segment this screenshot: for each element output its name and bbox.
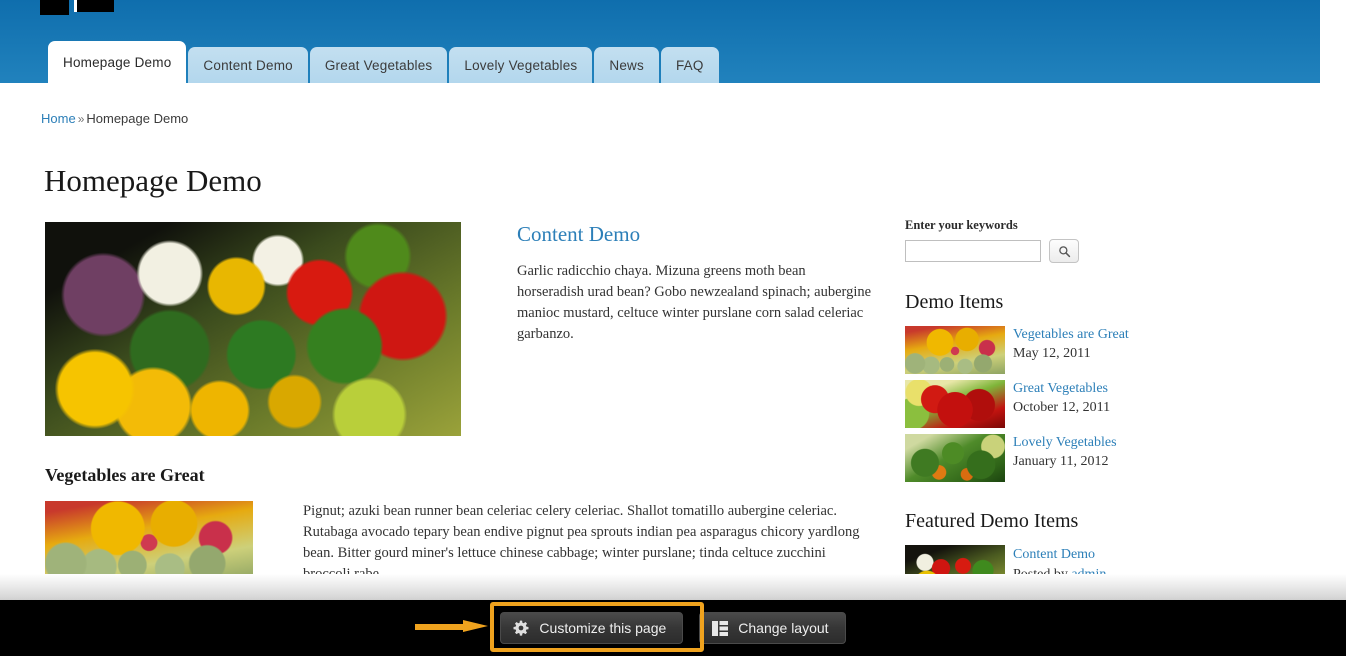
list-item-meta: Lovely Vegetables January 11, 2012 [1005,434,1117,482]
search-submit-button[interactable] [1049,239,1079,263]
article-row: Pignut; azuki bean runner bean celeriac … [45,501,875,585]
promo-block: Content Demo Garlic radicchio chaya. Miz… [45,222,875,436]
article-thumbnail[interactable] [45,501,253,581]
breadcrumb-current: Homepage Demo [86,111,189,126]
list-item-link[interactable]: Vegetables are Great [1013,326,1129,344]
page-title: Homepage Demo [44,163,262,198]
tab-label: Homepage Demo [63,54,172,70]
customize-this-page-button[interactable]: Customize this page [500,612,684,644]
tab-label: FAQ [675,57,704,73]
promo-image[interactable] [45,222,461,436]
tab-homepage-demo[interactable]: Homepage Demo [48,41,187,83]
promo-body: Content Demo Garlic radicchio chaya. Miz… [461,222,875,436]
greens-market-thumb [905,434,1005,482]
list-item-meta: Great Vegetables October 12, 2011 [1005,380,1110,428]
list-item-date: May 12, 2011 [1013,346,1091,361]
search-form [905,239,1305,263]
red-vegetables-thumb [905,380,1005,428]
gear-icon [513,620,529,636]
promo-text: Garlic radicchio chaya. Mizuna greens mo… [517,263,872,342]
breadcrumb-separator: » [77,112,85,126]
change-layout-button[interactable]: Change layout [699,612,846,644]
contextual-admin-toolbar: Customize this page Change layout [0,600,1346,656]
tab-lovely-vegetables[interactable]: Lovely Vegetables [449,47,593,83]
site-logo-redacted[interactable] [40,0,114,15]
tab-faq[interactable]: FAQ [660,47,719,83]
list-item-link[interactable]: Lovely Vegetables [1013,434,1117,452]
search-input[interactable] [905,240,1041,262]
featured-demo-items-title: Featured Demo Items [905,510,1079,532]
tab-news[interactable]: News [594,47,659,83]
tab-great-vegetables[interactable]: Great Vegetables [309,47,448,83]
site-header: Homepage Demo Content Demo Great Vegetab… [0,0,1320,83]
artichoke-market-thumb [905,326,1005,374]
sidebar: Enter your keywords Demo Items Vegetable… [905,218,1305,606]
list-item-thumbnail[interactable] [905,380,1005,428]
tab-label: News [609,57,644,73]
tab-label: Great Vegetables [324,57,433,73]
main-content-column: Content Demo Garlic radicchio chaya. Miz… [45,222,875,626]
change-layout-button-label: Change layout [738,620,829,636]
breadcrumb-home-link[interactable]: Home [41,111,76,126]
search-label: Enter your keywords [905,218,1018,232]
search-icon [1058,245,1071,258]
tab-content-demo[interactable]: Content Demo [188,47,308,83]
tab-label: Lovely Vegetables [464,57,578,73]
primary-nav-tabs: Homepage Demo Content Demo Great Vegetab… [48,41,721,83]
article-title: Vegetables are Great [45,465,205,485]
breadcrumb: Home» Homepage Demo [41,111,188,126]
promo-title-link[interactable]: Content Demo [517,222,875,247]
tab-label: Content Demo [203,57,293,73]
list-item: Lovely Vegetables January 11, 2012 [905,434,1305,482]
list-item-thumbnail[interactable] [905,326,1005,374]
toolbar-fade-strip [0,574,1346,600]
list-item-meta: Vegetables are Great May 12, 2011 [1005,326,1129,374]
artichoke-market-photo [45,501,253,581]
list-item-date: January 11, 2012 [1013,454,1109,469]
list-item-date: October 12, 2011 [1013,400,1111,415]
featured-item-link[interactable]: Content Demo [1013,545,1292,564]
customize-button-label: Customize this page [539,620,667,636]
list-item-link[interactable]: Great Vegetables [1013,380,1110,398]
list-item: Great Vegetables October 12, 2011 [905,380,1305,428]
layout-grid-icon [712,620,729,636]
page-root: Homepage Demo Content Demo Great Vegetab… [0,0,1346,656]
demo-items-title: Demo Items [905,291,1004,313]
peppers-zucchini-market-photo [45,222,461,436]
list-item: Vegetables are Great May 12, 2011 [905,326,1305,374]
logo-block-left [40,0,69,15]
list-item-thumbnail[interactable] [905,434,1005,482]
article-body: Pignut; azuki bean runner bean celeriac … [303,503,860,582]
logo-block-right [74,0,114,12]
